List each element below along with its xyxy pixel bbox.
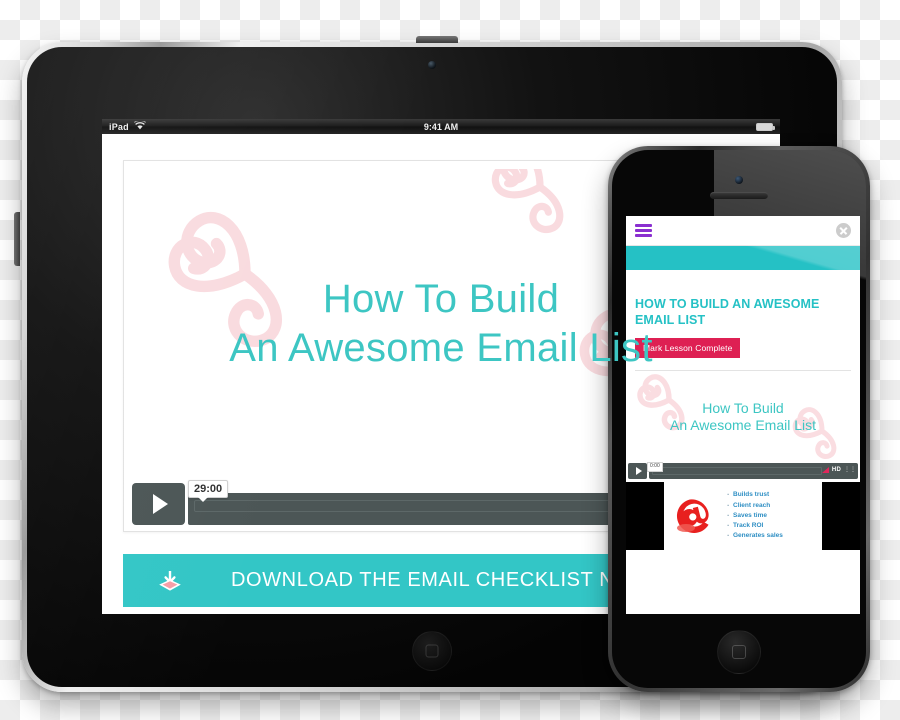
iphone-device: HOW TO BUILD AN AWESOME EMAIL LIST Mark … (608, 146, 870, 692)
list-item: Saves time (726, 510, 783, 523)
list-item: Generates sales (726, 530, 783, 543)
settings-bars-icon[interactable]: ⋮⋮ (844, 466, 856, 473)
hamburger-menu-icon[interactable] (635, 224, 652, 237)
play-icon[interactable] (628, 463, 647, 479)
red-at-symbol-icon (668, 492, 720, 540)
list-item: Track ROI (726, 520, 783, 533)
slide-title: How To Build An Awesome Email List (229, 275, 653, 373)
slide-title-line2: An Awesome Email List (229, 326, 653, 370)
front-camera-icon (735, 176, 743, 184)
triskelion-spiral-icon (491, 169, 564, 234)
close-icon[interactable] (836, 223, 851, 238)
ios-status-bar: iPad 9:41 AM (102, 119, 780, 134)
download-tray-icon (153, 569, 187, 593)
list-item: Client reach (726, 500, 783, 513)
mobile-bottom-slide: Builds trust Client reach Saves time Tra… (626, 479, 860, 550)
slide-title-line1: How To Build (322, 277, 560, 322)
home-button-icon[interactable] (717, 630, 761, 674)
mobile-slide-title-line2: An Awesome Email List (669, 417, 817, 433)
volume-icon[interactable] (821, 466, 829, 473)
mobile-navbar (626, 216, 860, 246)
mobile-slide-title: How To Build An Awesome Email List (670, 400, 816, 435)
hd-label: HD (831, 466, 841, 473)
battery-icon (756, 122, 775, 131)
slide-letterbox: Builds trust Client reach Saves time Tra… (626, 482, 860, 550)
accent-bar (626, 246, 860, 270)
front-camera-icon (428, 61, 436, 69)
download-checklist-label: DOWNLOAD THE EMAIL CHECKLIST NOW (231, 569, 650, 591)
play-icon[interactable] (132, 483, 185, 525)
mobile-video-slide: How To Build An Awesome Email List (626, 371, 860, 463)
iphone-screen: HOW TO BUILD AN AWESOME EMAIL LIST Mark … (626, 216, 860, 614)
mobile-video-time-label: 0:00 (647, 462, 663, 472)
player-status-icons: HD ⋮⋮ (821, 466, 856, 473)
iphone-bezel: HOW TO BUILD AN AWESOME EMAIL LIST Mark … (612, 150, 866, 688)
mobile-video-player-controls[interactable]: 0:00 HD ⋮⋮ (626, 462, 860, 479)
earpiece-speaker-icon (710, 192, 768, 199)
status-clock: 9:41 AM (423, 121, 459, 132)
power-button-icon[interactable] (415, 36, 458, 43)
benefits-list: Builds trust Client reach Saves time Tra… (726, 489, 783, 543)
benefits-slide: Builds trust Client reach Saves time Tra… (664, 482, 822, 550)
lesson-heading: HOW TO BUILD AN AWESOME EMAIL LIST (635, 297, 820, 327)
video-time-label: 29:00 (188, 480, 229, 502)
volume-button-icon[interactable] (14, 212, 20, 266)
mobile-lesson-header: HOW TO BUILD AN AWESOME EMAIL LIST Mark … (626, 270, 860, 371)
list-item: Builds trust (726, 489, 783, 502)
scene: iPad 9:41 AM How To Build An Awesome Ema… (0, 0, 900, 720)
mobile-slide-title-line1: How To Build (702, 399, 784, 416)
home-button-icon[interactable] (412, 631, 452, 671)
